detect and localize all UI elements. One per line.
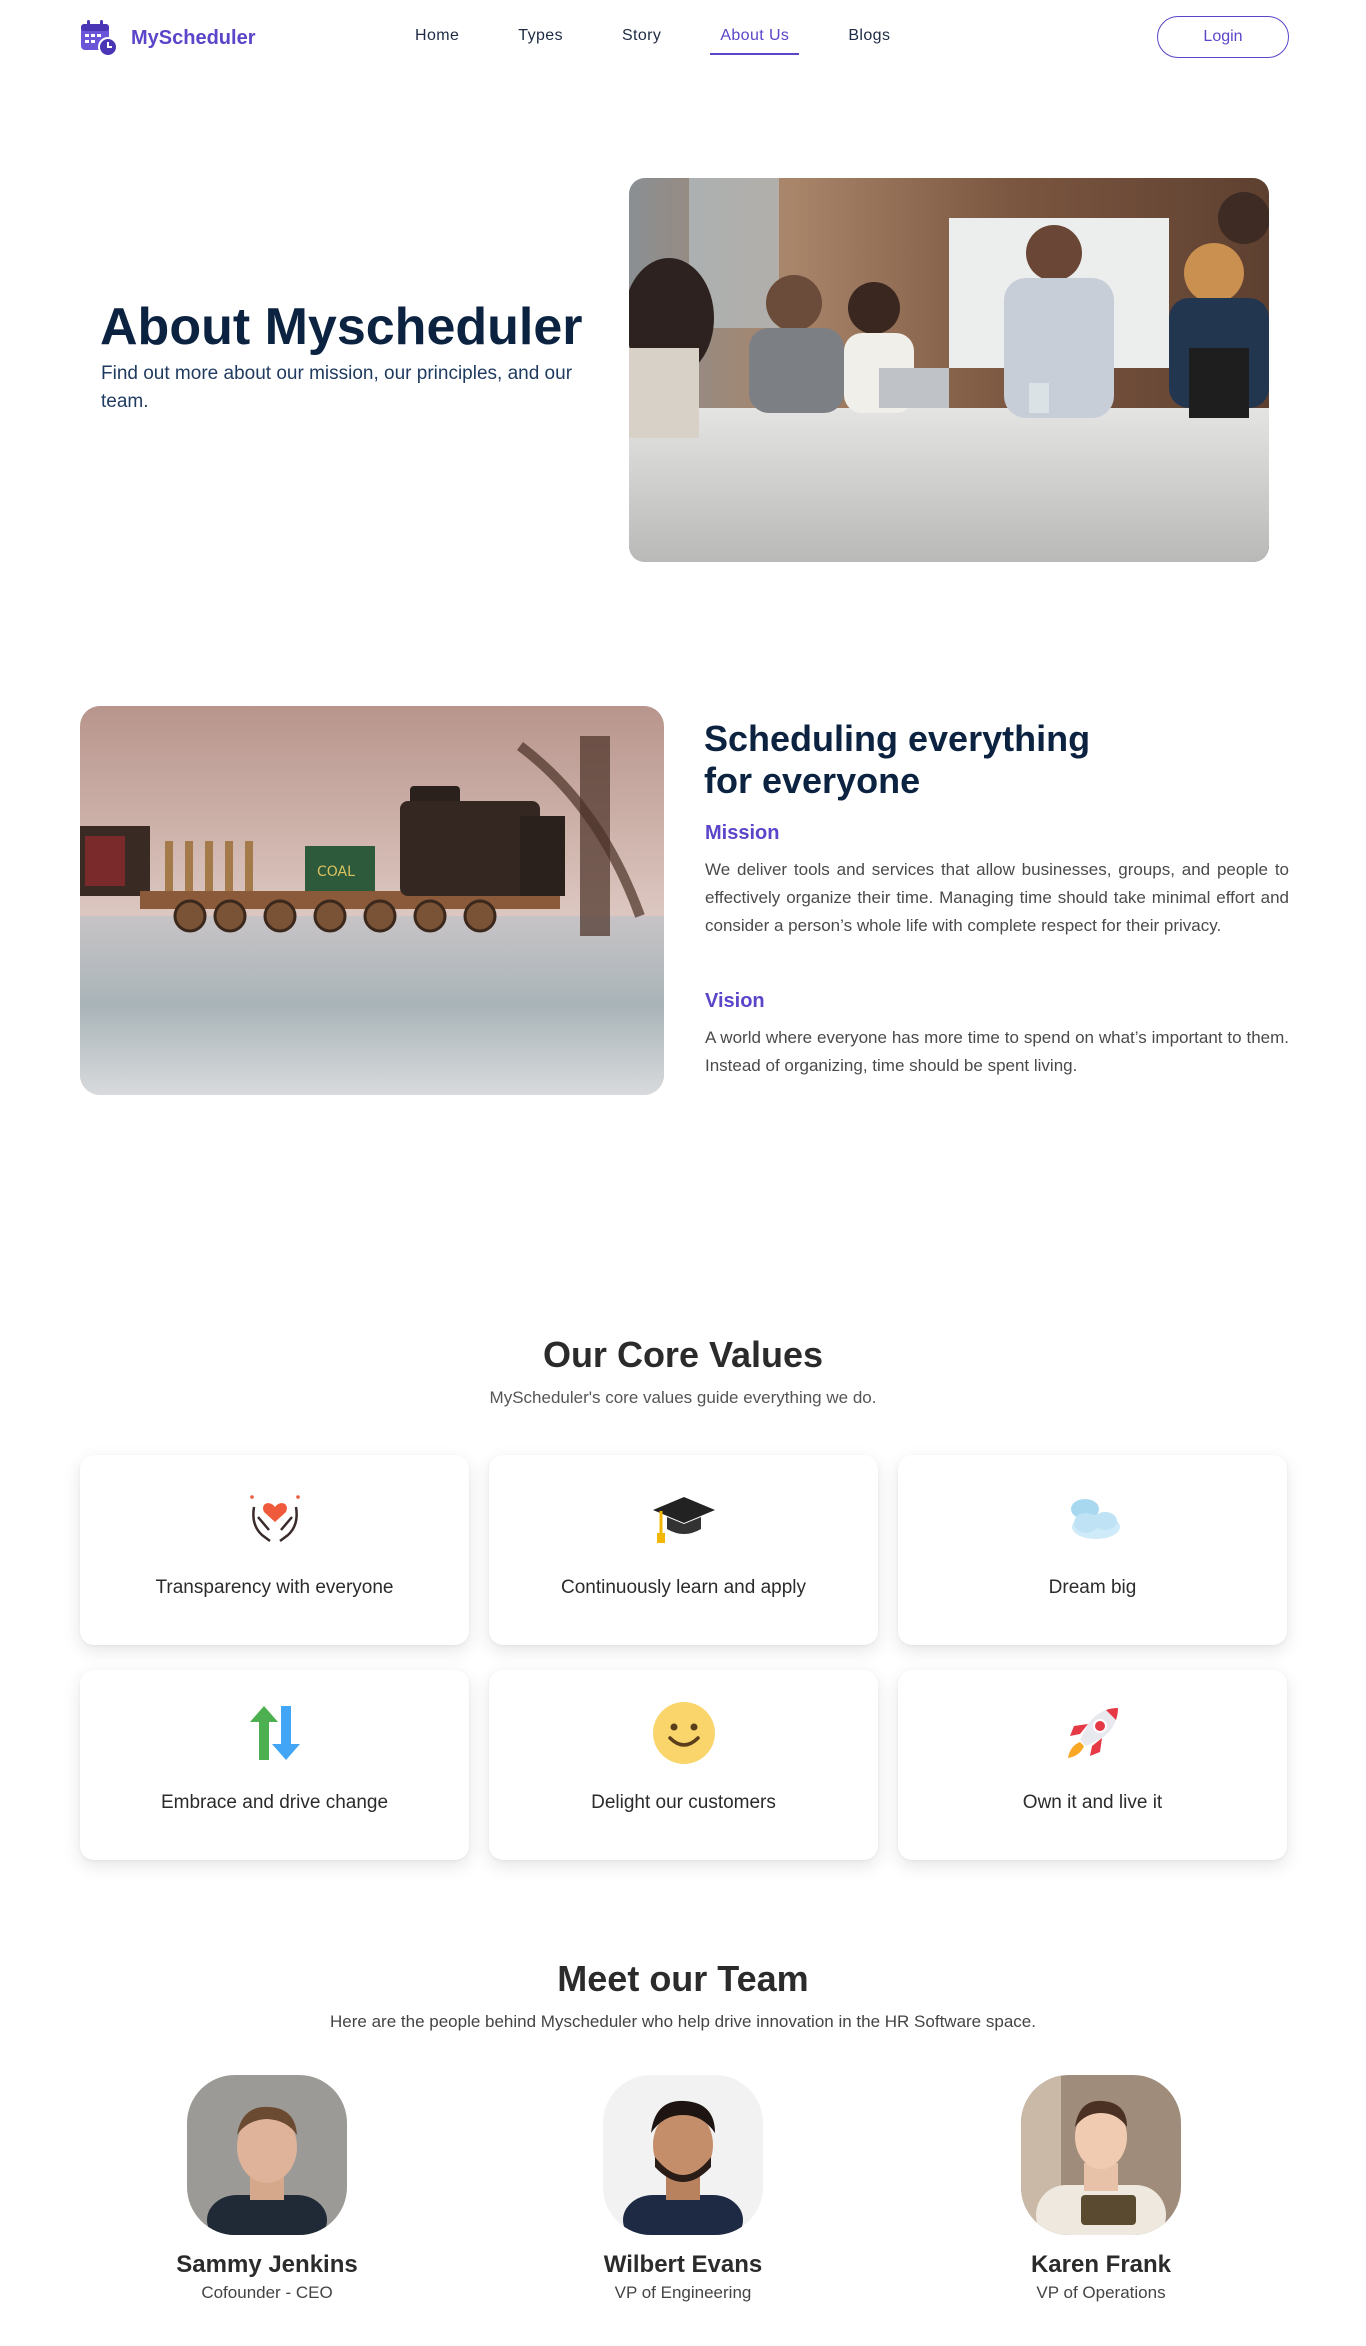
toy-train-photo: COAL — [80, 706, 664, 1095]
calendar-clock-icon — [81, 20, 118, 57]
value-label: Delight our customers — [591, 1792, 776, 1813]
team-member-card: Wilbert Evans VP of Engineering — [533, 2075, 833, 2303]
brand-name: MyScheduler — [131, 26, 256, 49]
value-label: Dream big — [1048, 1577, 1137, 1598]
avatar — [603, 2075, 763, 2235]
hands-heart-icon — [250, 1495, 300, 1542]
rocket-icon — [1068, 1708, 1118, 1758]
value-label: Transparency with everyone — [155, 1577, 394, 1598]
arrows-exchange-icon — [250, 1706, 300, 1760]
vision-heading: Vision — [705, 990, 765, 1012]
page-subtitle: Find out more about our mission, our pri… — [101, 363, 573, 412]
mission-section-title: Scheduling everything for everyone — [704, 718, 1224, 802]
smiley-icon — [653, 1702, 715, 1764]
mission-heading: Mission — [705, 822, 780, 844]
login-button[interactable]: Login — [1157, 16, 1289, 58]
mission-title-line1: Scheduling everything — [704, 718, 1091, 759]
value-label: Own it and live it — [1022, 1792, 1163, 1813]
value-label: Embrace and drive change — [160, 1792, 389, 1813]
page-title: About Myscheduler — [100, 298, 583, 356]
nav-about-us[interactable]: About Us — [710, 27, 800, 55]
team-meeting-photo — [629, 178, 1269, 562]
member-name: Karen Frank — [1030, 2251, 1172, 2278]
member-name: Wilbert Evans — [603, 2251, 763, 2278]
value-card-transparency: Transparency with everyone — [80, 1455, 469, 1645]
svg-text:COAL: COAL — [317, 864, 355, 880]
mission-title-line2: for everyone — [704, 760, 921, 801]
nav-home[interactable]: Home — [405, 27, 469, 55]
top-nav: MyScheduler Home Types Story About Us Bl… — [0, 0, 1366, 76]
team-member-card: Karen Frank VP of Operations — [951, 2075, 1251, 2303]
member-role: Cofounder - CEO — [201, 2283, 333, 2302]
value-card-dream: Dream big — [898, 1455, 1287, 1645]
value-card-learn: Continuously learn and apply — [489, 1455, 878, 1645]
nav-story[interactable]: Story — [612, 27, 671, 55]
member-role: VP of Engineering — [614, 2283, 752, 2302]
avatar — [1021, 2075, 1181, 2235]
main-nav: Home Types Story About Us Blogs — [405, 27, 939, 55]
team-title: Meet our Team — [557, 1958, 809, 1999]
mission-text: We deliver tools and services that allow… — [705, 860, 1289, 935]
clouds-icon — [1071, 1499, 1120, 1539]
nav-types[interactable]: Types — [508, 27, 573, 55]
graduation-cap-icon — [653, 1497, 715, 1543]
brand-logo-link[interactable]: MyScheduler — [79, 18, 255, 58]
core-values-title: Our Core Values — [542, 1334, 824, 1375]
team-member-card: Sammy Jenkins Cofounder - CEO — [117, 2075, 417, 2303]
value-card-change: Embrace and drive change — [80, 1670, 469, 1860]
team-subtitle: Here are the people behind Myscheduler w… — [330, 2012, 1036, 2031]
vision-text: A world where everyone has more time to … — [705, 1028, 1289, 1075]
core-values-subtitle: MyScheduler's core values guide everythi… — [489, 1388, 877, 1407]
value-card-delight: Delight our customers — [489, 1670, 878, 1860]
avatar — [187, 2075, 347, 2235]
value-card-own: Own it and live it — [898, 1670, 1287, 1860]
value-label: Continuously learn and apply — [560, 1577, 807, 1598]
nav-blogs[interactable]: Blogs — [838, 27, 900, 55]
member-name: Sammy Jenkins — [176, 2251, 358, 2278]
member-role: VP of Operations — [1036, 2283, 1166, 2302]
